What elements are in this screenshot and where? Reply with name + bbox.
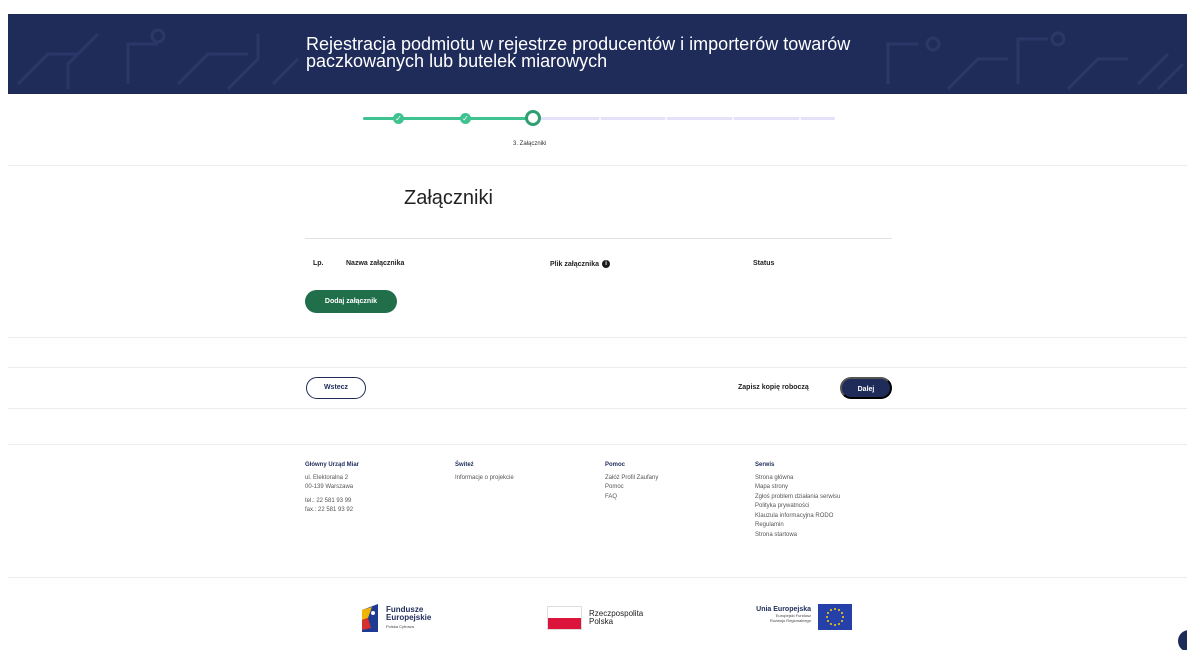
stepper-track-done (363, 117, 533, 120)
next-button[interactable]: Dalej (840, 377, 892, 399)
divider (8, 408, 1187, 409)
footer-link[interactable]: Strona główna (755, 474, 840, 484)
ue-title: Unia Europejska (756, 606, 811, 613)
page: Rejestracja podmiotu w rejestrze produce… (0, 0, 1187, 650)
footer-heading: Pomoc (605, 462, 626, 468)
page-title: Rejestracja podmiotu w rejestrze produce… (306, 35, 866, 71)
divider (8, 337, 1187, 338)
footer-link[interactable]: Informacje o projekcie (455, 474, 514, 484)
footer-address-line: 00-139 Warszawa (305, 484, 354, 490)
footer-link[interactable]: Polityka prywatności (755, 502, 840, 512)
column-header-name: Nazwa załącznika (346, 260, 405, 267)
polish-flag-icon (547, 606, 582, 630)
column-header-status: Status (753, 260, 775, 267)
ue-text: Unia Europejska Europejski Fundusz Rozwo… (748, 606, 811, 623)
save-draft-link[interactable]: Zapisz kopię roboczą (738, 384, 809, 391)
column-header-lp: Lp. (313, 260, 324, 267)
section-title: Załączniki (404, 187, 493, 209)
info-icon[interactable]: i (602, 260, 611, 268)
footer-heading: Główny Urząd Miar (305, 462, 360, 468)
eu-flag-icon (818, 604, 852, 630)
divider (8, 367, 1187, 368)
footer-phone: tel.: 22 581 93 99 (305, 497, 352, 504)
step-3-current[interactable] (525, 110, 541, 126)
footer-heading: Świteź (455, 462, 474, 468)
footer-column-switez: Świteź Informacje o projekcie (455, 461, 514, 483)
column-header-file-label: Plik załącznika (550, 260, 600, 268)
divider (8, 165, 1187, 166)
step-1-done[interactable]: ✓ (393, 113, 404, 124)
footer-link[interactable]: Klauzula informacyjna RODO (755, 512, 840, 522)
footer-link[interactable]: Zgłoś problem działania serwisu (755, 493, 840, 503)
ue-subtitle: Rozwoju Regionalnego (769, 618, 811, 623)
footer-link[interactable]: Załóż Profil Zaufany (605, 474, 658, 484)
footer-link[interactable]: Regulamin (755, 521, 840, 531)
footer-column-service: Serwis Strona główna Mapa strony Zgłoś p… (755, 461, 840, 540)
step-2-done[interactable]: ✓ (460, 113, 471, 124)
stepper-track-todo (533, 117, 835, 120)
chat-widget-button[interactable] (1178, 630, 1187, 650)
fundusze-europejskie-logo: Fundusze Europejskie Polska Cyfrowa (362, 604, 482, 634)
section-divider (305, 238, 892, 239)
step-4-marker (599, 117, 601, 120)
divider (8, 577, 1187, 578)
column-header-file: Plik załącznika i (550, 260, 611, 268)
title-line-2: paczkowanych lub butelek miarowych (306, 51, 608, 71)
add-attachment-button[interactable]: Dodaj załącznik (305, 290, 397, 313)
check-icon: ✓ (462, 114, 469, 123)
footer-column-help: Pomoc Załóż Profil Zaufany Pomoc FAQ (605, 461, 658, 502)
footer-heading: Serwis (755, 462, 775, 468)
footer-link[interactable]: Mapa strony (755, 483, 840, 493)
divider (8, 444, 1187, 445)
back-button[interactable]: Wstecz (306, 377, 366, 399)
unia-europejska-logo: Unia Europejska Europejski Fundusz Rozwo… (748, 604, 858, 634)
footer-link[interactable]: Pomoc (605, 483, 658, 493)
step-7-marker (799, 117, 801, 120)
footer-link[interactable]: Strona startowa (755, 531, 840, 541)
footer-fax: fax.: 22 581 93 92 (305, 507, 354, 513)
footer-column-gum: Główny Urząd Miar ul. Elektoralna 2 00-1… (305, 461, 359, 516)
footer-address-line: ul. Elektoralna 2 (305, 474, 349, 481)
fundusze-europejskie-icon (362, 604, 378, 632)
progress-stepper: ✓ ✓ 3. Załączniki (363, 110, 835, 150)
pl-title: Rzeczpospolita Polska (589, 609, 644, 626)
step-6-marker (732, 117, 734, 120)
footer-link[interactable]: FAQ (605, 493, 658, 503)
check-icon: ✓ (395, 114, 402, 123)
rzeczpospolita-polska-logo: Rzeczpospolita Polska (547, 604, 677, 634)
header-banner: Rejestracja podmiotu w rejestrze produce… (8, 14, 1187, 94)
fe-subtitle: Polska Cyfrowa (386, 624, 414, 629)
fe-title: Fundusze Europejskie (386, 605, 432, 622)
current-step-label: 3. Załączniki (513, 141, 547, 147)
step-5-marker (665, 117, 667, 120)
